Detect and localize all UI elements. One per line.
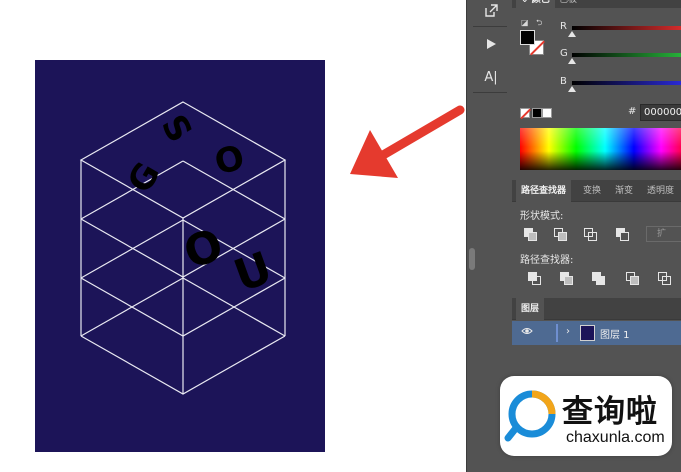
export-icon[interactable]	[480, 0, 502, 22]
tab-transform[interactable]: 变换	[578, 180, 606, 202]
pathfinders-label: 路径查找器:	[520, 255, 574, 266]
layer-thumbnail	[580, 325, 595, 341]
swap-colors-icon[interactable]: ⮌	[536, 17, 542, 31]
tab-swatches[interactable]: 色板	[554, 0, 582, 8]
letter-o-side: O	[177, 219, 230, 280]
expand-button[interactable]: 扩	[646, 226, 681, 242]
slider-thumb-g[interactable]	[568, 58, 576, 64]
tab-transparency[interactable]: 透明度	[642, 180, 679, 202]
artboard[interactable]: S O G O U	[35, 60, 325, 452]
outline-icon[interactable]	[658, 272, 672, 286]
slider-track-r[interactable]	[572, 26, 681, 30]
inner-diagonal-3	[80, 219, 184, 279]
minus-front-icon[interactable]	[554, 228, 568, 242]
color-hex-row: # 000000	[512, 104, 681, 122]
letter-s: S	[153, 108, 200, 149]
tool-separator	[473, 26, 507, 27]
watermark-badge: 查询啦 chaxunla.com	[500, 376, 672, 456]
trim-icon[interactable]	[560, 272, 574, 286]
layer-row[interactable]: › 图层 1	[512, 321, 681, 345]
hex-hash-label: #	[628, 106, 637, 117]
chevron-right-icon[interactable]: ›	[566, 326, 570, 337]
intersect-icon[interactable]	[584, 228, 598, 242]
tab-color[interactable]: ⌄ 颜色	[516, 0, 555, 8]
letter-u: U	[228, 242, 279, 302]
watermark-en-text: chaxunla.com	[566, 429, 665, 446]
visibility-eye-icon[interactable]	[521, 326, 533, 339]
play-icon[interactable]	[480, 33, 502, 55]
white-swatch[interactable]	[542, 108, 552, 118]
isometric-box-artwork: S O G O U	[79, 101, 287, 395]
magnifier-logo-icon	[504, 390, 556, 442]
tab-color-label: 颜色	[531, 0, 550, 5]
tab-layers[interactable]: 图层	[516, 298, 545, 320]
watermark-cn-text: 查询啦	[562, 394, 658, 430]
letter-o-top: O	[210, 137, 248, 183]
unite-icon[interactable]	[524, 228, 538, 242]
document-canvas[interactable]: S O G O U	[0, 0, 466, 472]
slider-thumb-b[interactable]	[568, 86, 576, 92]
color-panel-tabbar: ⌄ 颜色 色板	[512, 0, 681, 8]
black-swatch[interactable]	[532, 108, 542, 118]
red-arrow-annotation	[350, 105, 465, 178]
none-color-icon[interactable]	[520, 108, 531, 119]
default-colors-icon[interactable]: ◪	[521, 18, 529, 27]
chevron-down-icon: ⌄	[521, 0, 532, 5]
layer-name[interactable]: 图层 1	[600, 326, 630, 341]
divide-icon[interactable]	[528, 272, 542, 286]
layer-color-bar	[556, 324, 558, 342]
tool-separator	[473, 92, 507, 93]
exclude-icon[interactable]	[616, 228, 630, 242]
layers-tabbar: 图层	[512, 298, 681, 320]
slider-label-b: B	[560, 76, 567, 87]
type-area-icon[interactable]: A|	[480, 66, 502, 88]
merge-icon[interactable]	[592, 272, 606, 286]
tab-gradient[interactable]: 渐变	[610, 180, 638, 202]
shape-modes-label: 形状模式:	[520, 211, 564, 222]
slider-label-g: G	[560, 48, 568, 59]
slider-label-r: R	[560, 21, 567, 32]
crop-icon[interactable]	[626, 272, 640, 286]
slider-track-b[interactable]	[572, 81, 681, 85]
pathfinder-tabbar: 路径查找器 变换 渐变 透明度	[512, 180, 681, 202]
color-spectrum[interactable]	[520, 128, 681, 170]
panel-resize-grip[interactable]	[469, 248, 475, 270]
hex-input[interactable]: 000000	[640, 104, 681, 121]
slider-thumb-r[interactable]	[568, 31, 576, 37]
slider-track-g[interactable]	[572, 53, 681, 57]
tab-pathfinder[interactable]: 路径查找器	[516, 180, 572, 202]
fill-swatch[interactable]	[520, 30, 535, 45]
